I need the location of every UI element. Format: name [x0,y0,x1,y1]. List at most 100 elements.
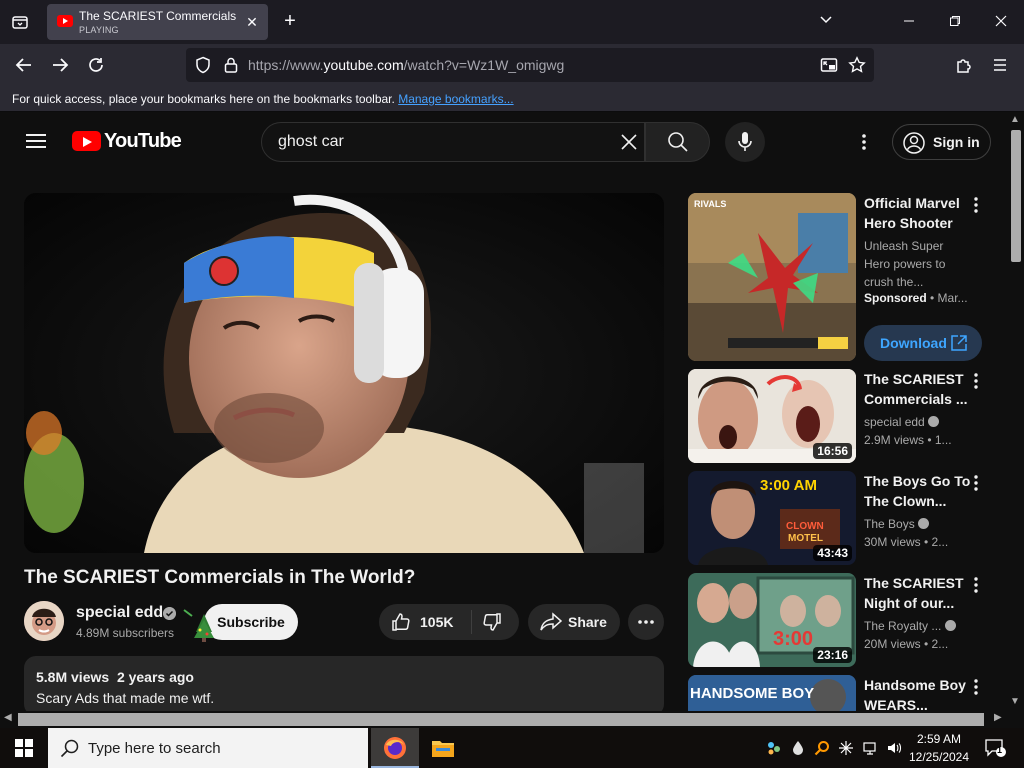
water-drop-tray-icon[interactable] [790,740,806,756]
recommendation-title-1[interactable]: The SCARIEST Commercials ... [864,369,972,409]
bookmarks-toolbar: For quick access, place your bookmarks h… [0,86,1024,112]
back-button[interactable] [10,51,38,79]
view-and-date: 5.8M views 2 years ago [36,669,194,685]
notification-count: 1 [997,745,1003,755]
browser-tab-bar: The SCARIEST Commercials in PLAYING ✕ + [0,0,1024,44]
vertical-scroll-thumb[interactable] [1011,130,1021,262]
scroll-left-arrow-icon[interactable]: ◀ [4,712,12,723]
taskbar-clock-date[interactable]: 12/25/2024 [906,750,972,764]
app-menu-button[interactable] [986,51,1014,79]
notification-icon [985,739,1006,757]
tab-close-icon[interactable]: ✕ [243,13,261,31]
extensions-button[interactable] [950,51,978,79]
search-magnifier-tray-icon[interactable] [814,740,830,756]
bookmark-star-icon[interactable] [848,56,866,74]
network-tray-icon[interactable] [862,740,878,756]
taskbar-clock-time[interactable]: 2:59 AM [910,732,968,746]
channel-name[interactable]: special edd [76,604,163,622]
ad-more-dots-icon[interactable] [966,195,986,215]
tab-title: The SCARIEST Commercials in [79,9,239,23]
like-dislike-group: 105K [379,604,519,640]
sign-in-button[interactable]: Sign in [892,124,991,160]
clear-search-icon[interactable] [618,131,640,153]
minimize-button[interactable] [894,8,924,36]
list-all-tabs-button[interactable] [8,10,32,34]
address-bar[interactable]: https://www.youtube.com/watch?v=Wz1W_omi… [186,48,874,82]
youtube-wordmark: YouTube [104,130,182,152]
recommendation-thumbnail-1[interactable]: 16:56 [688,369,856,463]
svg-text:3:00 AM: 3:00 AM [760,477,817,494]
recommendation-channel-1[interactable]: special edd [864,413,972,431]
more-horizontal-icon [638,620,654,624]
channel-avatar[interactable] [24,601,64,641]
picture-in-picture-icon[interactable] [820,56,838,74]
scroll-down-arrow-icon[interactable]: ▼ [1010,696,1020,707]
people-tray-icon[interactable] [766,740,782,756]
taskbar-firefox-app[interactable] [371,728,419,768]
browser-nav-bar: https://www.youtube.com/watch?v=Wz1W_omi… [0,44,1024,86]
recommendation-title-2[interactable]: The Boys Go To The Clown... [864,471,972,511]
subscribe-button[interactable]: Subscribe [204,604,298,640]
scroll-right-arrow-icon[interactable]: ▶ [994,712,1002,723]
action-center-button[interactable]: 1 [982,736,1008,760]
search-input[interactable]: ghost car [261,122,645,162]
guide-menu-icon[interactable] [24,130,48,152]
new-tab-button[interactable]: + [279,10,301,32]
recommendation-thumbnail-4[interactable]: HANDSOME BOY [688,675,856,711]
video-player[interactable] [24,193,664,553]
recommendation-channel-3[interactable]: The Royalty ... [864,617,972,635]
external-link-icon [951,335,967,351]
recommendation-more-dots-icon[interactable] [966,473,986,493]
search-button[interactable] [645,122,710,162]
duration-badge: 23:16 [813,647,852,663]
ad-thumbnail[interactable]: RIVALS [688,193,856,361]
lock-icon[interactable] [222,56,240,74]
recommendation-title-3[interactable]: The SCARIEST Night of our... [864,573,972,613]
manage-bookmarks-link[interactable]: Manage bookmarks... [398,92,513,106]
description-box[interactable]: 5.8M views 2 years ago Scary Ads that ma… [24,656,664,716]
share-button[interactable]: Share [528,604,620,640]
forward-button[interactable] [46,51,74,79]
verified-check-icon [163,607,176,620]
taskbar-file-explorer-app[interactable] [419,728,467,768]
tab-overflow-chevron-icon[interactable] [811,8,841,36]
horizontal-scroll-thumb[interactable] [18,713,984,726]
scroll-up-arrow-icon[interactable]: ▲ [1010,114,1020,125]
bookmarks-hint: For quick access, place your bookmarks h… [12,92,514,106]
restore-button[interactable] [940,8,970,36]
recommendation-thumbnail-2[interactable]: 3:00 AM CLOWN MOTEL 43:43 [688,471,856,565]
url-text[interactable]: https://www.youtube.com/watch?v=Wz1W_omi… [248,57,564,73]
close-window-button[interactable] [986,8,1016,36]
recommendation-thumbnail-3[interactable]: 3:00 23:16 [688,573,856,667]
windows-taskbar: Type here to search 2:59 AM 12/25/2024 1 [0,728,1024,768]
recommendation-more-dots-icon[interactable] [966,371,986,391]
recommendation-meta-1: 2.9M views • 1... [864,433,952,447]
start-button[interactable] [0,728,48,768]
search-icon [60,739,79,758]
recommendation-title-4[interactable]: Handsome Boy WEARS... [864,675,972,711]
reload-button[interactable] [82,51,110,79]
taskbar-search-box[interactable]: Type here to search [48,728,368,768]
search-icon [668,132,688,152]
bluetooth-sparkle-tray-icon[interactable] [838,740,854,756]
more-actions-button[interactable] [628,604,664,640]
puzzle-icon [957,59,971,73]
like-count[interactable]: 105K [420,614,453,630]
recommendation-more-dots-icon[interactable] [966,677,986,697]
share-label: Share [568,614,607,630]
tracking-protection-shield-icon[interactable] [194,56,212,74]
settings-more-dots-icon[interactable] [854,132,874,152]
voice-search-button[interactable] [725,122,765,162]
ad-title[interactable]: Official Marvel Hero Shooter [864,193,972,233]
youtube-logo[interactable]: YouTube [72,130,182,154]
search-query[interactable]: ghost car [278,133,344,151]
download-button[interactable]: Download [864,325,982,361]
recommendation-channel-2[interactable]: The Boys [864,515,972,533]
thumbs-down-icon[interactable] [482,612,502,632]
duration-badge: 43:43 [813,545,852,561]
browser-tab-active[interactable]: The SCARIEST Commercials in PLAYING ✕ [47,4,268,40]
volume-tray-icon[interactable] [886,740,902,756]
thumbs-up-icon[interactable] [391,612,411,632]
tab-list-icon [12,16,28,29]
recommendation-more-dots-icon[interactable] [966,575,986,595]
